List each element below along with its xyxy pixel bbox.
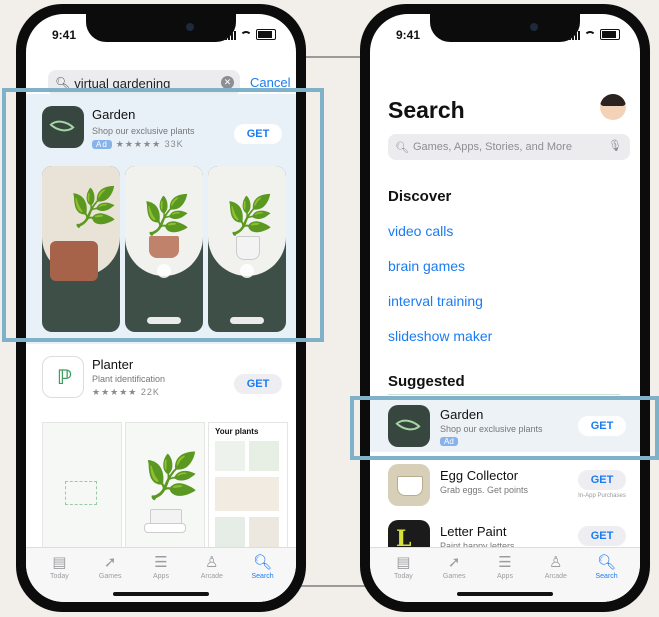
tab-today[interactable]: ▤ Today: [37, 548, 81, 602]
planter-app-icon: ℙ: [42, 356, 84, 398]
app-subtitle: Grab eggs. Get points: [440, 485, 529, 495]
rocket-icon: ➚: [103, 554, 117, 571]
joystick-icon: ♙: [205, 554, 219, 571]
discover-link[interactable]: interval training: [388, 293, 483, 309]
today-icon: ▤: [52, 554, 67, 571]
search-icon: 🔍︎: [253, 554, 273, 571]
tab-search[interactable]: 🔍︎ Search: [585, 548, 629, 602]
battery-icon: [600, 29, 620, 40]
discover-link[interactable]: brain games: [388, 258, 465, 274]
today-icon: ▤: [396, 554, 411, 571]
status-bar: 9:41: [396, 28, 620, 42]
suggested-heading: Suggested: [388, 373, 465, 390]
status-time: 9:41: [396, 28, 421, 42]
rating-stars: ★★★★★ 22K: [92, 387, 160, 397]
in-app-purchases-note: In-App Purchases: [578, 493, 626, 499]
microphone-icon[interactable]: 🎙︎: [608, 139, 622, 152]
get-button[interactable]: GET: [578, 526, 626, 546]
search-placeholder: Games, Apps, Stories, and More: [412, 141, 572, 153]
signal-icon: [569, 30, 580, 40]
search-result-planter[interactable]: ℙ Planter Plant identification ★★★★★ 22K…: [26, 352, 296, 412]
right-screen: 9:41 Search 🔍︎ Games, Apps, Stories, and…: [370, 14, 640, 602]
tab-today[interactable]: ▤ Today: [381, 548, 425, 602]
page-title: Search: [388, 97, 465, 123]
rocket-icon: ➚: [447, 554, 461, 571]
get-button[interactable]: GET: [234, 374, 282, 394]
joystick-icon: ♙: [549, 554, 563, 571]
screenshot-caption: Your plants: [215, 427, 259, 436]
app-name: Egg Collector: [440, 468, 519, 483]
connector-line: [300, 585, 366, 587]
home-indicator: [457, 592, 553, 596]
app-name: Planter: [92, 357, 134, 372]
status-time: 9:41: [52, 28, 77, 42]
highlight-frame-garden-suggested: [350, 396, 659, 460]
search-icon: 🔍︎: [395, 141, 409, 154]
discover-link[interactable]: slideshow maker: [388, 328, 492, 344]
tab-search[interactable]: 🔍︎ Search: [241, 548, 285, 602]
app-name: Letter Paint: [440, 524, 507, 539]
layers-icon: ☰: [498, 554, 512, 571]
right-phone: 9:41 Search 🔍︎ Games, Apps, Stories, and…: [360, 4, 650, 612]
app-screenshot[interactable]: Your plants: [208, 422, 288, 560]
suggested-item-egg-collector[interactable]: Egg Collector Grab eggs. Get points GET …: [370, 460, 640, 512]
battery-icon: [256, 29, 276, 40]
divider: [388, 394, 620, 395]
app-screenshot[interactable]: [42, 422, 122, 560]
highlight-frame-garden-result: [2, 88, 324, 342]
wifi-icon: [240, 30, 252, 39]
avatar[interactable]: [600, 94, 626, 120]
discover-heading: Discover: [388, 188, 452, 205]
app-subtitle: Plant identification: [92, 374, 166, 384]
search-icon: 🔍︎: [597, 554, 617, 571]
search-input[interactable]: 🔍︎ Games, Apps, Stories, and More 🎙︎: [388, 134, 630, 160]
status-bar: 9:41: [52, 28, 276, 42]
egg-collector-app-icon: [388, 464, 430, 506]
get-button[interactable]: GET: [578, 470, 626, 490]
home-indicator: [113, 592, 209, 596]
signal-icon: [225, 30, 236, 40]
layers-icon: ☰: [154, 554, 168, 571]
connector-line: [300, 56, 366, 58]
app-screenshot[interactable]: 🌿: [125, 422, 205, 560]
wifi-icon: [584, 30, 596, 39]
discover-link[interactable]: video calls: [388, 223, 453, 239]
rating-count: 22K: [140, 387, 160, 397]
